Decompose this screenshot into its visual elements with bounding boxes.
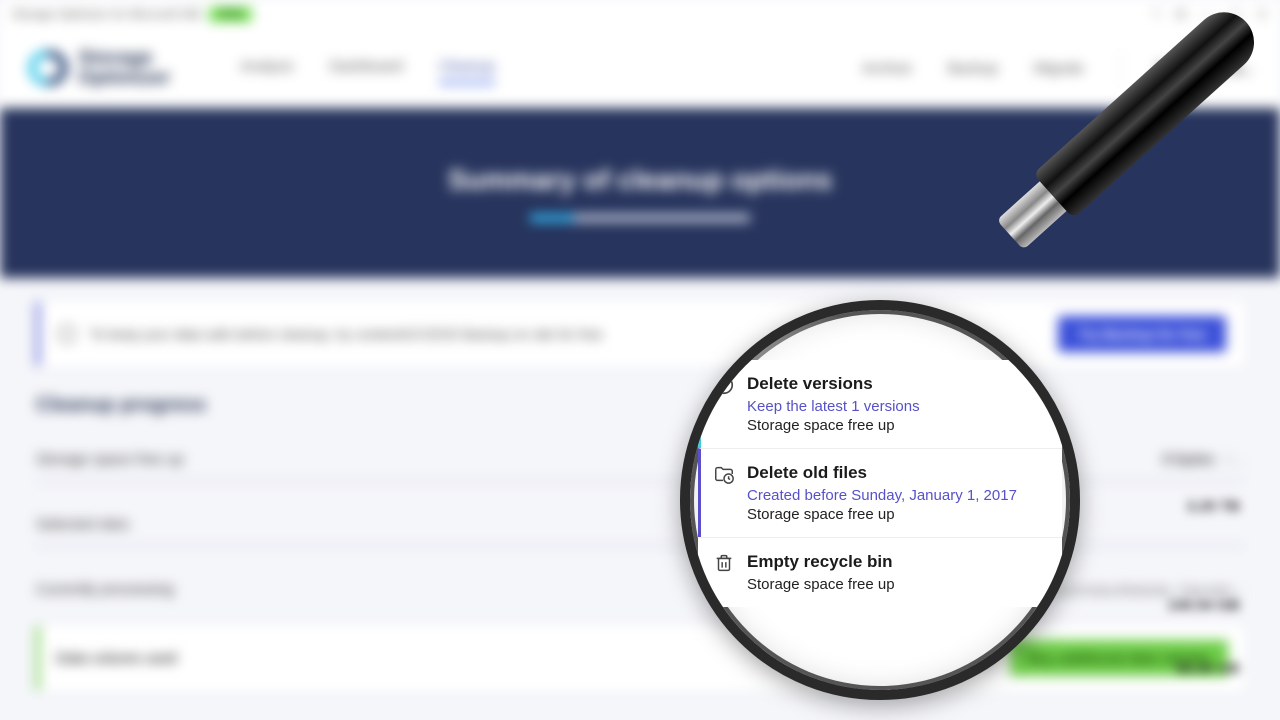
delete-versions-subtitle: Keep the latest 1 versions <box>747 398 1048 415</box>
nav-dashboard[interactable]: Dashboard <box>330 52 403 84</box>
selected-sites-label: Selected sites <box>36 516 129 533</box>
trash-icon <box>713 552 735 574</box>
empty-recycle-freeup: Storage space free up <box>747 576 1048 593</box>
notice-text: To keep your data safe before cleanup, t… <box>90 326 603 342</box>
logo-icon <box>28 48 68 88</box>
selected-sites-value: 3.25 TB <box>1187 498 1240 515</box>
nav-divider <box>1120 52 1121 84</box>
logo-text-line1: Storage <box>78 48 170 68</box>
clock-icon <box>713 374 735 396</box>
delete-old-files-subtitle: Created before Sunday, January 1, 2017 <box>747 487 1048 504</box>
logo: Storage Optimizer <box>28 48 170 88</box>
close-icon[interactable]: ✕ <box>1256 6 1268 23</box>
app-name: Storage Optimizer for Microsoft 365 <box>12 7 201 21</box>
magnifier: Delete versions Keep the latest 1 versio… <box>680 300 1080 700</box>
help-icon[interactable]: ? <box>1153 6 1161 22</box>
gear-icon[interactable]: ⚙ <box>1174 6 1187 23</box>
space-freeup-label: Storage space free up <box>36 451 184 468</box>
nav-cleanup[interactable]: Cleanup <box>439 52 495 84</box>
nav-archive[interactable]: Archive <box>862 54 912 83</box>
delete-versions-freeup: Storage space free up <box>747 417 1048 434</box>
empty-recycle-title: Empty recycle bin <box>747 552 1048 572</box>
data-volume-label: Data volume used <box>56 650 177 667</box>
folder-clock-icon <box>713 463 735 485</box>
nav-backup[interactable]: Backup <box>948 54 998 83</box>
nav-migrate[interactable]: Migrate <box>1034 54 1084 83</box>
delete-old-files-title: Delete old files <box>747 463 1048 483</box>
space-freeup-value: 0 bytes <box>1163 451 1215 468</box>
try-backup-button[interactable]: Try Backup for free <box>1058 316 1226 352</box>
free-badge: FREE <box>209 7 252 22</box>
delete-old-files-freeup: Storage space free up <box>747 506 1048 523</box>
logo-text-line2: Optimizer <box>78 68 170 88</box>
nav-analyze[interactable]: Analyze <box>240 52 293 84</box>
header: Storage Optimizer Analyze Dashboard Clea… <box>0 28 1280 108</box>
right-volume-value: 58.06 GB <box>1176 660 1240 677</box>
info-icon <box>58 325 76 343</box>
title-bar: Storage Optimizer for Microsoft 365 FREE… <box>0 0 1280 28</box>
option-delete-old-files[interactable]: Delete old files Created before Sunday, … <box>698 448 1062 537</box>
hero-title: Summary of cleanup options <box>448 164 832 196</box>
wizard-progress <box>530 214 750 222</box>
option-delete-versions[interactable]: Delete versions Keep the latest 1 versio… <box>698 360 1062 448</box>
processing-value: 140.54 GB <box>1167 597 1240 614</box>
delete-versions-title: Delete versions <box>747 374 1048 394</box>
magnifier-lens: Delete versions Keep the latest 1 versio… <box>680 300 1080 700</box>
option-empty-recycle-bin[interactable]: Empty recycle bin Storage space free up <box>698 537 1062 607</box>
processing-label: Currently processing <box>36 581 174 598</box>
